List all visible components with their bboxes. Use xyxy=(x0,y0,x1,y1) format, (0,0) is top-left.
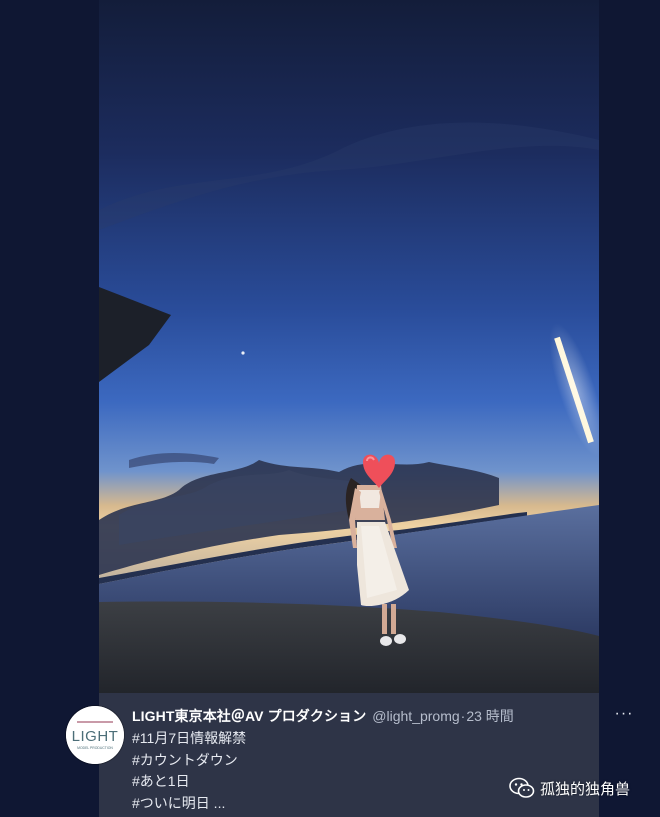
svg-text:LIGHT: LIGHT xyxy=(72,728,119,745)
watermark-text: 孤独的独角兽 xyxy=(540,780,631,798)
photo-image xyxy=(99,0,599,693)
wechat-watermark: 孤独的独角兽 xyxy=(509,775,654,801)
hashtag-link[interactable]: #あと1日 xyxy=(132,771,572,793)
tweet-text: #11月7日情報解禁 #カウントダウン #あと1日 #ついに明日 ... xyxy=(132,728,572,814)
profile-avatar[interactable]: LIGHT MODEL PRODUCTION xyxy=(66,706,124,764)
screenshot-page: LIGHT MODEL PRODUCTION LIGHT東京本社＠AV プロダク… xyxy=(0,0,660,817)
display-name[interactable]: LIGHT東京本社＠AV プロダクション xyxy=(132,706,366,726)
more-options-icon[interactable]: ··· xyxy=(612,704,636,726)
tweet-photo[interactable] xyxy=(99,0,599,693)
hashtag-link[interactable]: #ついに明日 ... xyxy=(132,793,572,815)
svg-text:MODEL PRODUCTION: MODEL PRODUCTION xyxy=(77,746,113,750)
timestamp[interactable]: 23 時間 xyxy=(466,706,513,726)
user-handle[interactable]: @light_promg xyxy=(372,708,459,724)
hashtag-link[interactable]: #カウントダウン xyxy=(132,750,572,772)
tweet-header: LIGHT東京本社＠AV プロダクション @light_promg · 23 時… xyxy=(132,704,584,728)
wechat-icon xyxy=(509,777,535,798)
light-logo: LIGHT MODEL PRODUCTION xyxy=(66,706,124,764)
hashtag-link[interactable]: #11月7日情報解禁 xyxy=(132,728,572,750)
separator-dot: · xyxy=(460,708,466,724)
